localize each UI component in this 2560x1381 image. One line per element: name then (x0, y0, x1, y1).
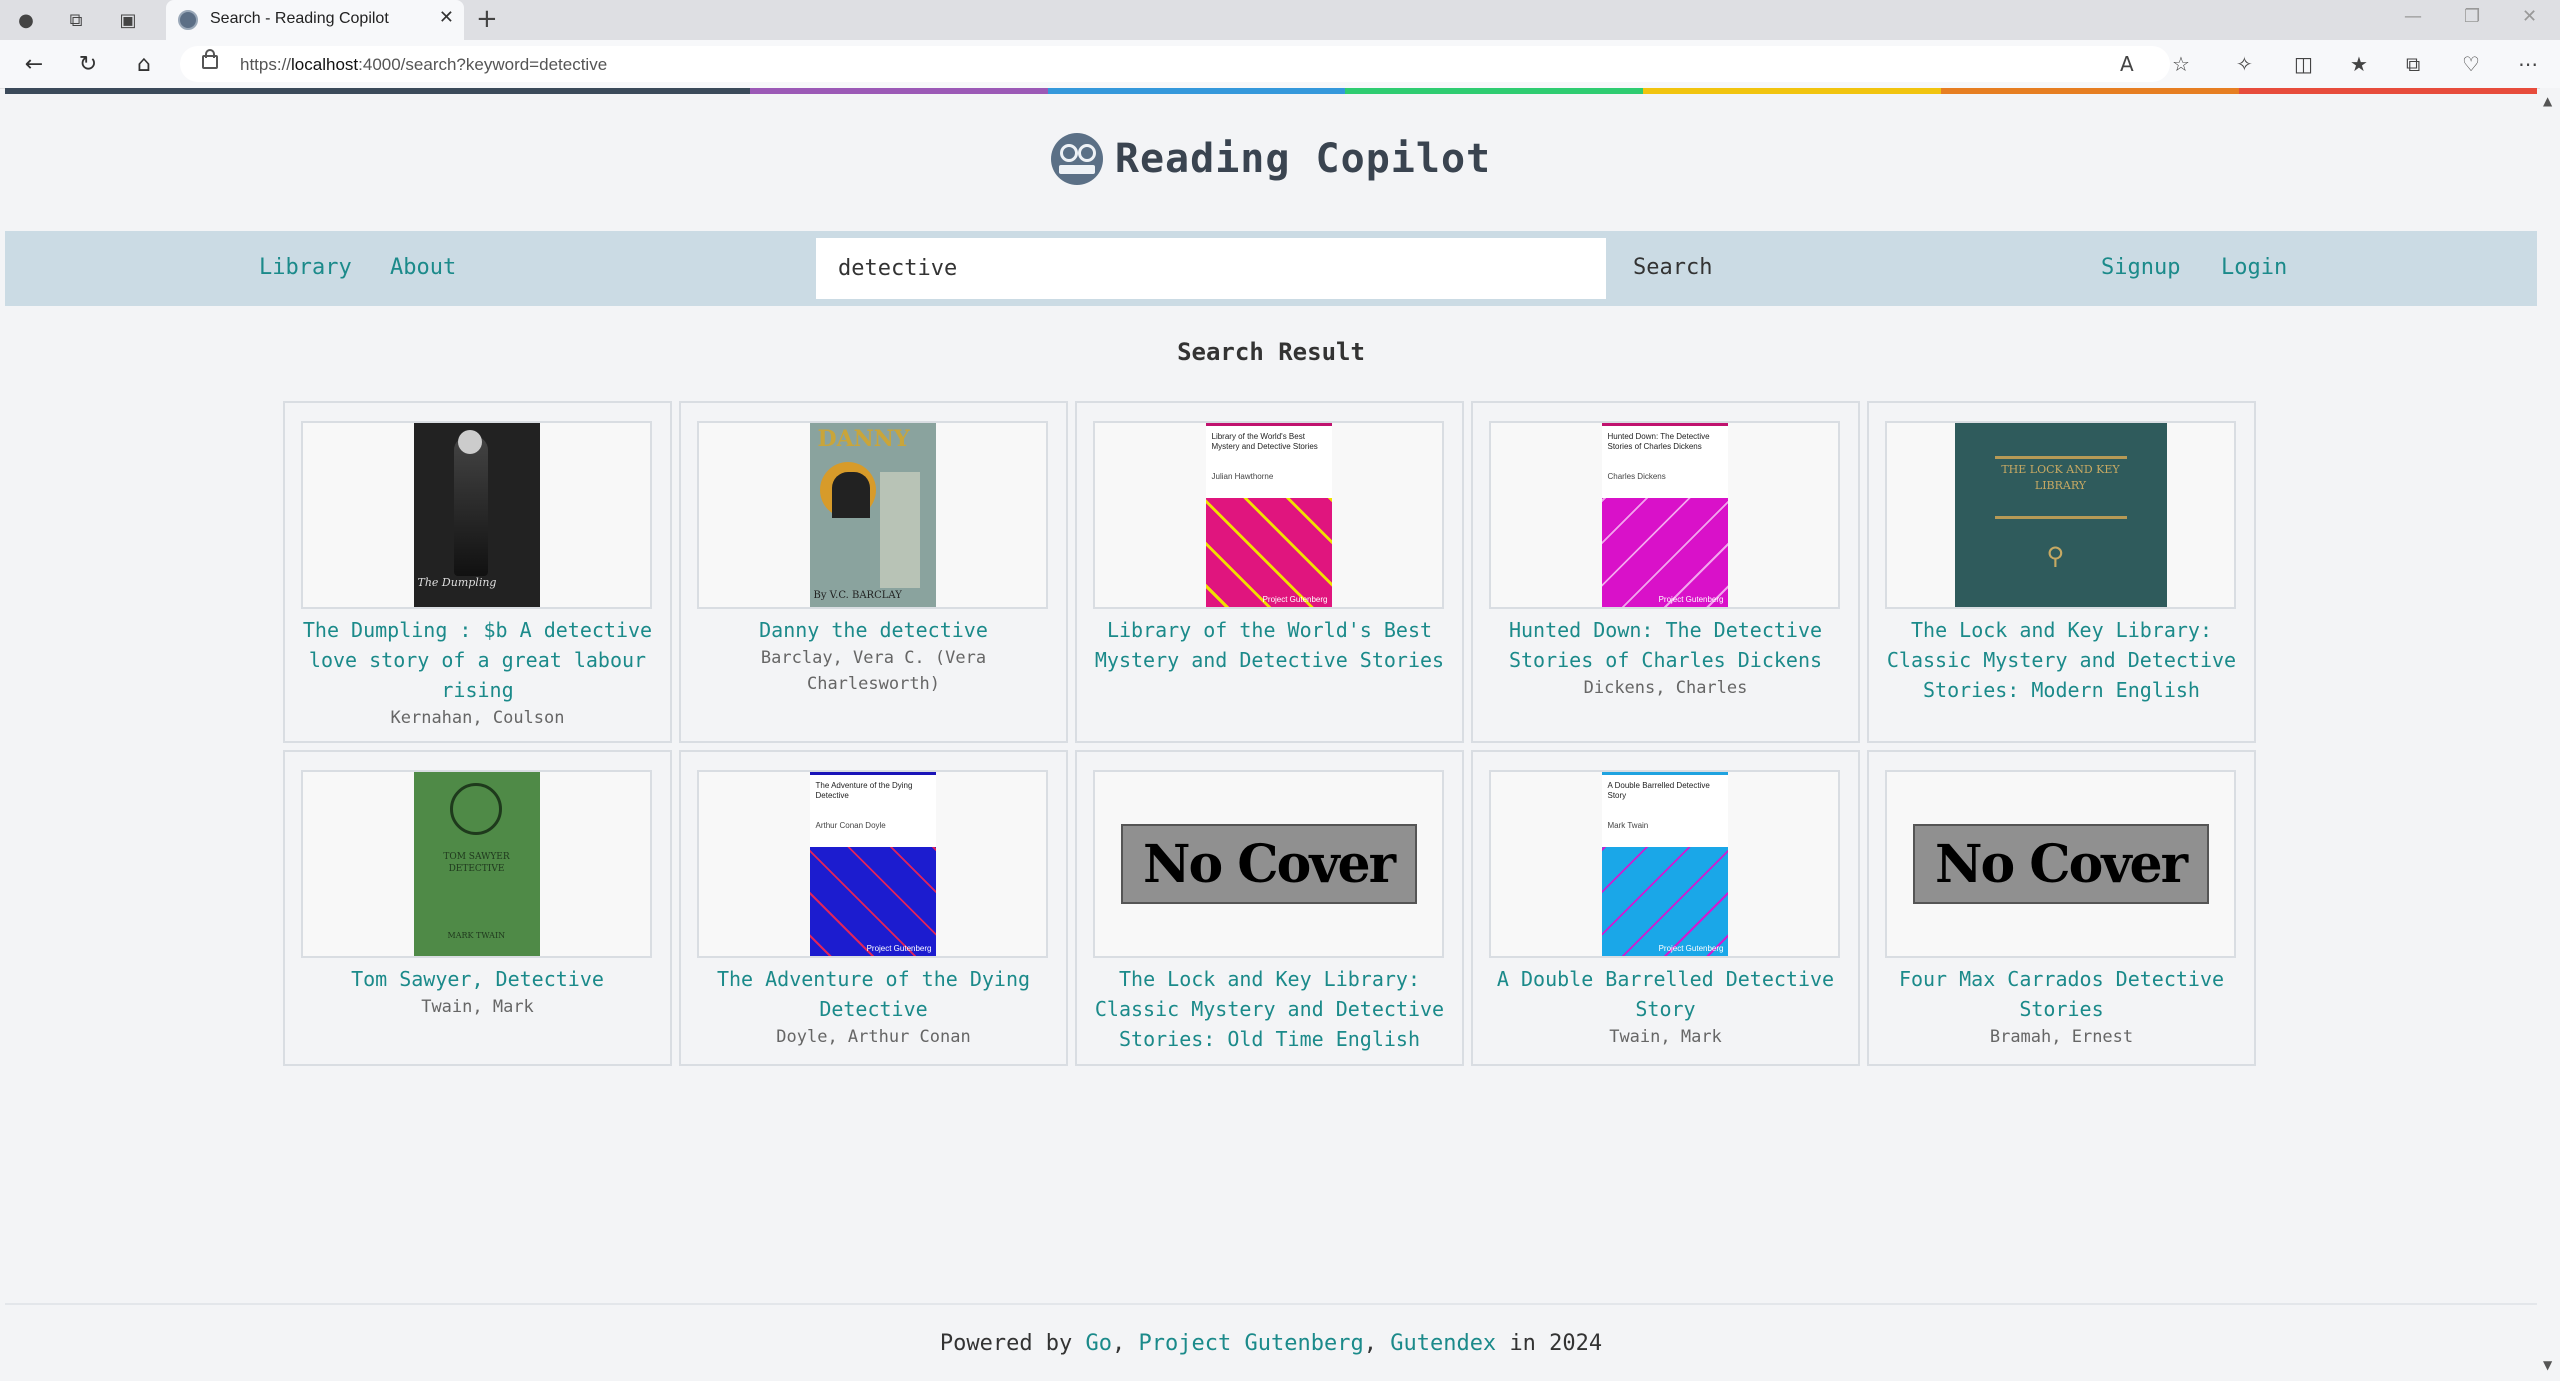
book-title[interactable]: The Lock and Key Library: Classic Myster… (1089, 964, 1450, 1054)
book-author: Twain, Mark (421, 997, 534, 1017)
window-close-icon[interactable]: ✕ (2522, 6, 2537, 27)
back-icon[interactable]: ← (18, 48, 50, 80)
browser-tab-active[interactable]: Search - Reading Copilot ✕ (166, 0, 464, 40)
more-menu-icon[interactable]: ⋯ (2518, 52, 2538, 76)
collections-icon[interactable]: ⧉ (2406, 52, 2420, 76)
scroll-up-icon[interactable]: ▲ (2543, 94, 2552, 108)
book-card[interactable]: No Cover Four Max Carrados Detective Sto… (1867, 750, 2256, 1066)
search-results-grid: The Dumpling The Dumpling : $b A detecti… (283, 401, 2264, 1066)
section-title: Search Result (1177, 338, 1365, 366)
workspaces-icon[interactable]: ⧉ (62, 6, 90, 34)
restore-icon[interactable]: ❐ (2464, 6, 2480, 27)
book-title[interactable]: The Adventure of the Dying Detective Doy… (693, 964, 1054, 1050)
no-cover-placeholder: No Cover (1120, 824, 1417, 904)
book-cover[interactable]: The Adventure of the Dying Detective Arth… (697, 770, 1048, 958)
book-title[interactable]: A Double Barrelled Detective Story Twain… (1485, 964, 1846, 1050)
cover-image: The Dumpling (413, 423, 540, 607)
book-title[interactable]: Danny the detective Barclay, Vera C. (Ve… (693, 615, 1054, 697)
book-author: Bramah, Ernest (1989, 1027, 2134, 1047)
cover-image: DANNY By V.C. BARCLAY (809, 423, 936, 607)
book-author: Dickens, Charles (1583, 678, 1748, 698)
footer-text: Powered by Go, Project Gutenberg, Gutend… (939, 1331, 1603, 1356)
nav-signup-link[interactable]: Signup (2101, 255, 2180, 280)
page-scrollbar[interactable]: ▲ ▼ (2540, 88, 2560, 1381)
url-text: https://localhost:4000/search?keyword=de… (240, 55, 608, 74)
footer-gutenberg-link[interactable]: Project Gutenberg (1139, 1331, 1364, 1356)
book-card[interactable]: Hunted Down: The Detective Stories of Ch… (1471, 401, 1860, 743)
book-author: Twain, Mark (1609, 1027, 1722, 1047)
footer-gutendex-link[interactable]: Gutendex (1390, 1331, 1496, 1356)
browser-essentials-icon[interactable]: ♡ (2462, 52, 2480, 76)
cover-image: Hunted Down: The Detective Stories of Ch… (1601, 423, 1728, 607)
rainbow-bar (5, 88, 2537, 94)
favorites-icon[interactable]: ★ (2350, 52, 2368, 76)
tab-favicon-icon (178, 10, 198, 30)
scroll-down-icon[interactable]: ▼ (2543, 1358, 2552, 1372)
minimize-icon[interactable]: — (2404, 6, 2422, 27)
book-cover[interactable]: DANNY By V.C. BARCLAY (697, 421, 1048, 609)
book-cover[interactable]: No Cover (1885, 770, 2236, 958)
home-icon[interactable]: ⌂ (128, 48, 160, 80)
extensions-icon[interactable]: ✧ (2236, 52, 2253, 76)
book-card[interactable]: Library of the World's Best Mystery and … (1075, 401, 1464, 743)
navbar: Library About Search Signup Login (5, 231, 2537, 306)
new-tab-icon[interactable]: + (476, 4, 498, 34)
book-card[interactable]: The Dumpling The Dumpling : $b A detecti… (283, 401, 672, 743)
book-card[interactable]: DANNY By V.C. BARCLAY Danny the detectiv… (679, 401, 1068, 743)
cover-image: TOM SAWYER DETECTIVE MARK TWAIN (413, 772, 540, 956)
read-aloud-icon[interactable]: A (2120, 52, 2134, 76)
tab-close-icon[interactable]: ✕ (439, 7, 454, 28)
page: Reading Copilot Library About Search Sig… (5, 88, 2537, 1378)
favorite-star-icon[interactable]: ☆ (2172, 52, 2190, 76)
nav-login-link[interactable]: Login (2221, 255, 2287, 280)
nav-about-link[interactable]: About (390, 255, 456, 280)
tab-actions-icon[interactable]: ▣ (114, 6, 142, 34)
cover-image: THE LOCK AND KEY LIBRARY ⚲ (1954, 423, 2167, 607)
key-icon: ⚲ (2046, 542, 2065, 570)
lock-icon (202, 49, 218, 69)
book-cover[interactable]: The Dumpling (301, 421, 652, 609)
browser-toolbar: ← ↻ ⌂ https://localhost:4000/search?keyw… (0, 40, 2560, 89)
address-bar[interactable]: https://localhost:4000/search?keyword=de… (180, 46, 2170, 82)
tab-title: Search - Reading Copilot (210, 10, 389, 27)
browser-tab-bar: ● ⧉ ▣ Search - Reading Copilot ✕ + — ❐ ✕ (0, 0, 2560, 40)
brand-title: Reading Copilot (1114, 136, 1492, 182)
profile-icon[interactable]: ● (12, 6, 40, 34)
no-cover-placeholder: No Cover (1912, 824, 2209, 904)
reload-icon[interactable]: ↻ (72, 48, 104, 80)
book-cover[interactable]: THE LOCK AND KEY LIBRARY ⚲ (1885, 421, 2236, 609)
reading-copilot-logo-icon (1050, 133, 1103, 185)
book-author: Doyle, Arthur Conan (776, 1027, 971, 1047)
book-card[interactable]: TOM SAWYER DETECTIVE MARK TWAIN Tom Sawy… (283, 750, 672, 1066)
book-title[interactable]: Hunted Down: The Detective Stories of Ch… (1485, 615, 1846, 701)
book-title[interactable]: Four Max Carrados Detective Stories Bram… (1881, 964, 2242, 1050)
book-author: Barclay, Vera C. (Vera Charlesworth) (760, 648, 987, 694)
book-cover[interactable]: Library of the World's Best Mystery and … (1093, 421, 1444, 609)
book-title[interactable]: The Lock and Key Library: Classic Myster… (1881, 615, 2242, 705)
brand-header: Reading Copilot (5, 133, 2537, 189)
nav-library-link[interactable]: Library (259, 255, 352, 280)
cover-image: Library of the World's Best Mystery and … (1205, 423, 1332, 607)
book-cover[interactable]: Hunted Down: The Detective Stories of Ch… (1489, 421, 1840, 609)
search-input[interactable] (816, 238, 1606, 299)
book-card[interactable]: No Cover The Lock and Key Library: Class… (1075, 750, 1464, 1066)
book-cover[interactable]: TOM SAWYER DETECTIVE MARK TWAIN (301, 770, 652, 958)
cover-image: A Double Barrelled Detective Story Mark T… (1601, 772, 1728, 956)
book-cover[interactable]: No Cover (1093, 770, 1444, 958)
book-title[interactable]: The Dumpling : $b A detective love story… (297, 615, 658, 731)
cover-image: The Adventure of the Dying Detective Arth… (809, 772, 936, 956)
split-screen-icon[interactable]: ◫ (2294, 52, 2313, 76)
book-cover[interactable]: A Double Barrelled Detective Story Mark T… (1489, 770, 1840, 958)
book-card[interactable]: The Adventure of the Dying Detective Arth… (679, 750, 1068, 1066)
book-title[interactable]: Tom Sawyer, Detective Twain, Mark (297, 964, 658, 1020)
footer-go-link[interactable]: Go (1086, 1331, 1113, 1356)
footer: Powered by Go, Project Gutenberg, Gutend… (5, 1303, 2537, 1378)
book-card[interactable]: A Double Barrelled Detective Story Mark T… (1471, 750, 1860, 1066)
search-button[interactable]: Search (1633, 255, 1712, 280)
book-card[interactable]: THE LOCK AND KEY LIBRARY ⚲ The Lock and … (1867, 401, 2256, 743)
book-author: Kernahan, Coulson (390, 708, 565, 728)
book-title[interactable]: Library of the World's Best Mystery and … (1089, 615, 1450, 675)
